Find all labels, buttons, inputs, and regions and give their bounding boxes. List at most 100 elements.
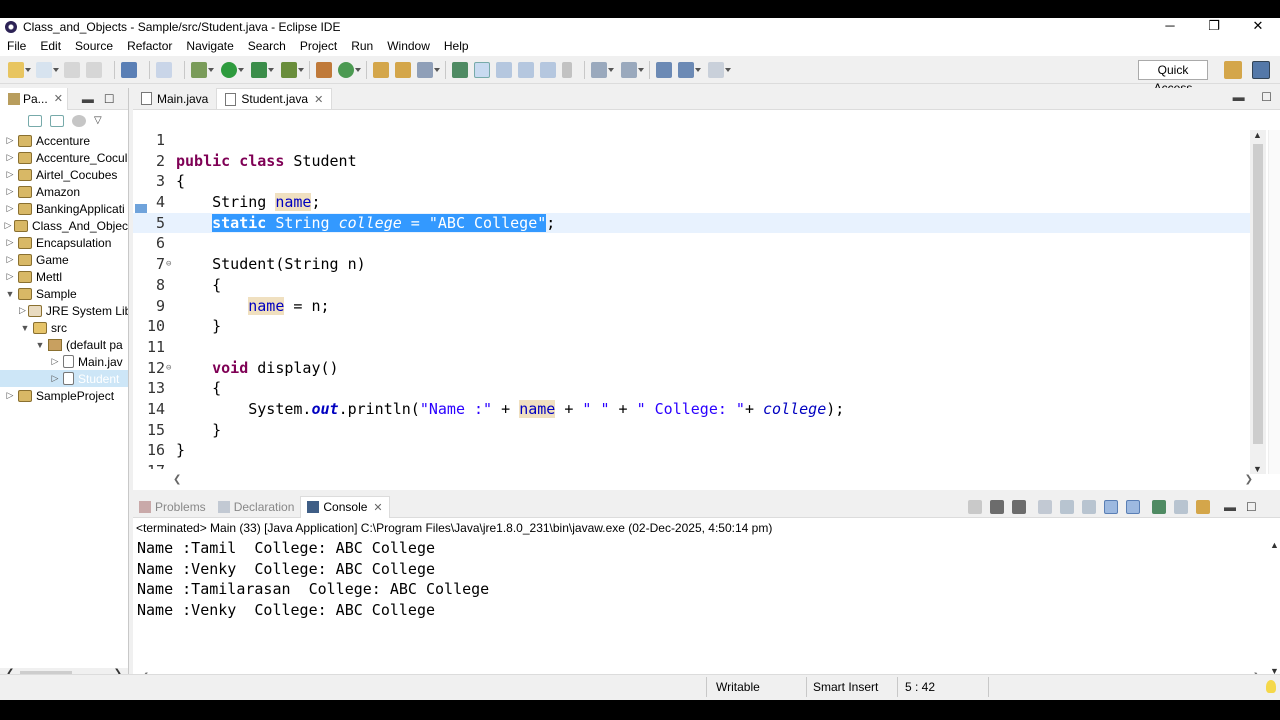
chevron-right-icon[interactable]: ▷ xyxy=(19,305,26,316)
maximize-view-icon[interactable]: ☐ xyxy=(1261,90,1272,104)
menu-file[interactable]: File xyxy=(7,39,26,53)
tab-student-java[interactable]: Student.java ✕ xyxy=(216,88,333,109)
code-line-16[interactable]: 16} xyxy=(133,440,1250,461)
save-icon[interactable] xyxy=(64,61,80,78)
tree-item[interactable]: ▷ JRE System Lib xyxy=(0,302,128,319)
console-output[interactable]: Name :Tamil College: ABC College Name :V… xyxy=(133,538,1280,621)
code-line-3[interactable]: 3{ xyxy=(133,171,1250,192)
scroll-lock-icon[interactable] xyxy=(1060,500,1074,514)
remove-all-launches-icon[interactable] xyxy=(1012,500,1026,514)
code-line-17[interactable]: 17 xyxy=(133,461,1250,469)
tree-item[interactable]: ▷ SampleProject xyxy=(0,387,128,404)
code-line-8[interactable]: 8 { xyxy=(133,275,1250,296)
quick-access-field[interactable]: Quick Access xyxy=(1138,60,1208,95)
word-wrap-icon[interactable] xyxy=(1082,500,1096,514)
skip-breakpoints-icon[interactable] xyxy=(156,61,172,78)
chevron-right-icon[interactable]: ▷ xyxy=(4,169,16,180)
previous-annotation-icon[interactable] xyxy=(621,61,644,78)
collapse-all-icon[interactable] xyxy=(28,115,42,127)
next-annotation-icon[interactable] xyxy=(591,61,614,78)
close-icon[interactable]: ✕ xyxy=(314,93,323,106)
show-on-stderr-icon[interactable] xyxy=(1126,500,1140,514)
horizontal-scrollbar[interactable]: ❮ ❯ xyxy=(173,474,1253,488)
chevron-down-icon[interactable]: ▼ xyxy=(4,289,16,299)
code-line-7[interactable]: 7 ⊖ Student(String n) xyxy=(133,254,1250,275)
pilcrow-icon[interactable] xyxy=(562,61,572,78)
chevron-down-icon[interactable]: ▼ xyxy=(19,323,31,333)
tree-item[interactable]: ▼ (default pa xyxy=(0,336,128,353)
chevron-down-icon[interactable]: ▼ xyxy=(34,340,46,350)
open-console-icon[interactable] xyxy=(1196,500,1210,514)
tree-item[interactable]: ▷ Amazon xyxy=(0,183,128,200)
fold-icon[interactable]: ⊖ xyxy=(166,358,171,379)
code-line-2[interactable]: 2 public class Student xyxy=(133,151,1250,172)
tree-item[interactable]: ▷ Airtel_Cocubes xyxy=(0,166,128,183)
scroll-up-icon[interactable]: ▲ xyxy=(1253,130,1262,140)
tab-main-java[interactable]: Main.java xyxy=(133,88,216,109)
word-wrap-icon[interactable] xyxy=(518,61,534,78)
menu-help[interactable]: Help xyxy=(444,39,469,53)
tree-item[interactable]: ▷ Main.jav xyxy=(0,353,128,370)
tree-item[interactable]: ▷ Accenture xyxy=(0,132,128,149)
code-line-1[interactable]: 1 xyxy=(133,130,1250,151)
vertical-scrollbar[interactable]: ▲ ▼ xyxy=(1268,540,1280,676)
tree-item[interactable]: ▷ Encapsulation xyxy=(0,234,128,251)
chevron-right-icon[interactable]: ▷ xyxy=(4,186,16,197)
show-whitespace-icon[interactable] xyxy=(540,61,556,78)
vertical-scrollbar[interactable]: ▲ ▼ xyxy=(1250,130,1266,474)
coverage-icon[interactable] xyxy=(251,61,274,78)
tab-problems[interactable]: Problems xyxy=(133,500,212,514)
menu-refactor[interactable]: Refactor xyxy=(127,39,172,53)
chevron-right-icon[interactable]: ▷ xyxy=(49,373,61,384)
scroll-down-icon[interactable]: ▼ xyxy=(1253,464,1262,474)
java-perspective-icon[interactable] xyxy=(1252,61,1270,79)
forward-icon[interactable] xyxy=(708,61,731,78)
menu-search[interactable]: Search xyxy=(248,39,286,53)
chevron-right-icon[interactable]: ▷ xyxy=(4,271,16,282)
menu-source[interactable]: Source xyxy=(75,39,113,53)
minimize-view-icon[interactable]: ▬ xyxy=(1224,500,1238,514)
mark-occurrences-icon[interactable] xyxy=(474,61,490,78)
open-type-icon[interactable] xyxy=(373,61,389,78)
view-menu-icon[interactable]: ▽ xyxy=(94,115,108,127)
debug-icon[interactable] xyxy=(191,61,214,78)
chevron-right-icon[interactable]: ▷ xyxy=(49,356,61,367)
terminal-icon[interactable] xyxy=(121,61,137,78)
minimize-view-icon[interactable]: ▬ xyxy=(1233,90,1245,104)
external-tools-icon[interactable] xyxy=(281,61,304,78)
tree-item[interactable]: ▷ Class_And_Objec xyxy=(0,217,129,234)
tree-item[interactable]: ▷ Game xyxy=(0,251,128,268)
overview-ruler[interactable] xyxy=(1268,130,1280,474)
scroll-up-icon[interactable]: ▲ xyxy=(1270,540,1279,550)
new-java-project-icon[interactable] xyxy=(316,61,332,78)
chevron-right-icon[interactable]: ▷ xyxy=(4,254,16,265)
close-icon[interactable]: ✕ xyxy=(1236,18,1280,36)
menu-navigate[interactable]: Navigate xyxy=(186,39,233,53)
menu-window[interactable]: Window xyxy=(387,39,430,53)
tab-console[interactable]: Console ✕ xyxy=(300,495,390,518)
close-icon[interactable]: ✕ xyxy=(54,92,63,105)
tree-item[interactable]: ▼ src xyxy=(0,319,128,336)
chevron-right-icon[interactable]: ▷ xyxy=(4,203,16,214)
code-line-4[interactable]: 4 String name; xyxy=(133,192,1250,213)
code-line-15[interactable]: 15 } xyxy=(133,420,1250,441)
link-with-editor-icon[interactable] xyxy=(50,115,64,127)
minimize-icon[interactable]: ─ xyxy=(1148,18,1192,36)
code-line-12[interactable]: 12 ⊖ void display() xyxy=(133,358,1250,379)
back-icon[interactable] xyxy=(678,61,701,78)
code-line-5[interactable]: 5 static String college = "ABC College"; xyxy=(133,212,1250,234)
save-all-icon[interactable] xyxy=(86,61,102,78)
search-icon[interactable] xyxy=(417,61,440,78)
new-class-icon[interactable] xyxy=(338,61,361,78)
run-icon[interactable] xyxy=(221,61,244,78)
clear-console-icon[interactable] xyxy=(1038,500,1052,514)
tab-declaration[interactable]: Declaration xyxy=(212,500,301,514)
scroll-right-icon[interactable]: ❯ xyxy=(1245,474,1253,485)
new-file-icon[interactable] xyxy=(36,61,59,78)
chevron-right-icon[interactable]: ▷ xyxy=(4,152,16,163)
chevron-right-icon[interactable]: ▷ xyxy=(4,135,16,146)
tab-package-explorer[interactable]: Pa... ✕ xyxy=(0,87,68,110)
new-icon[interactable] xyxy=(8,61,31,78)
chevron-right-icon[interactable]: ▷ xyxy=(4,390,16,401)
code-line-14[interactable]: 14 System.out.println("Name :" + name + … xyxy=(133,399,1250,420)
